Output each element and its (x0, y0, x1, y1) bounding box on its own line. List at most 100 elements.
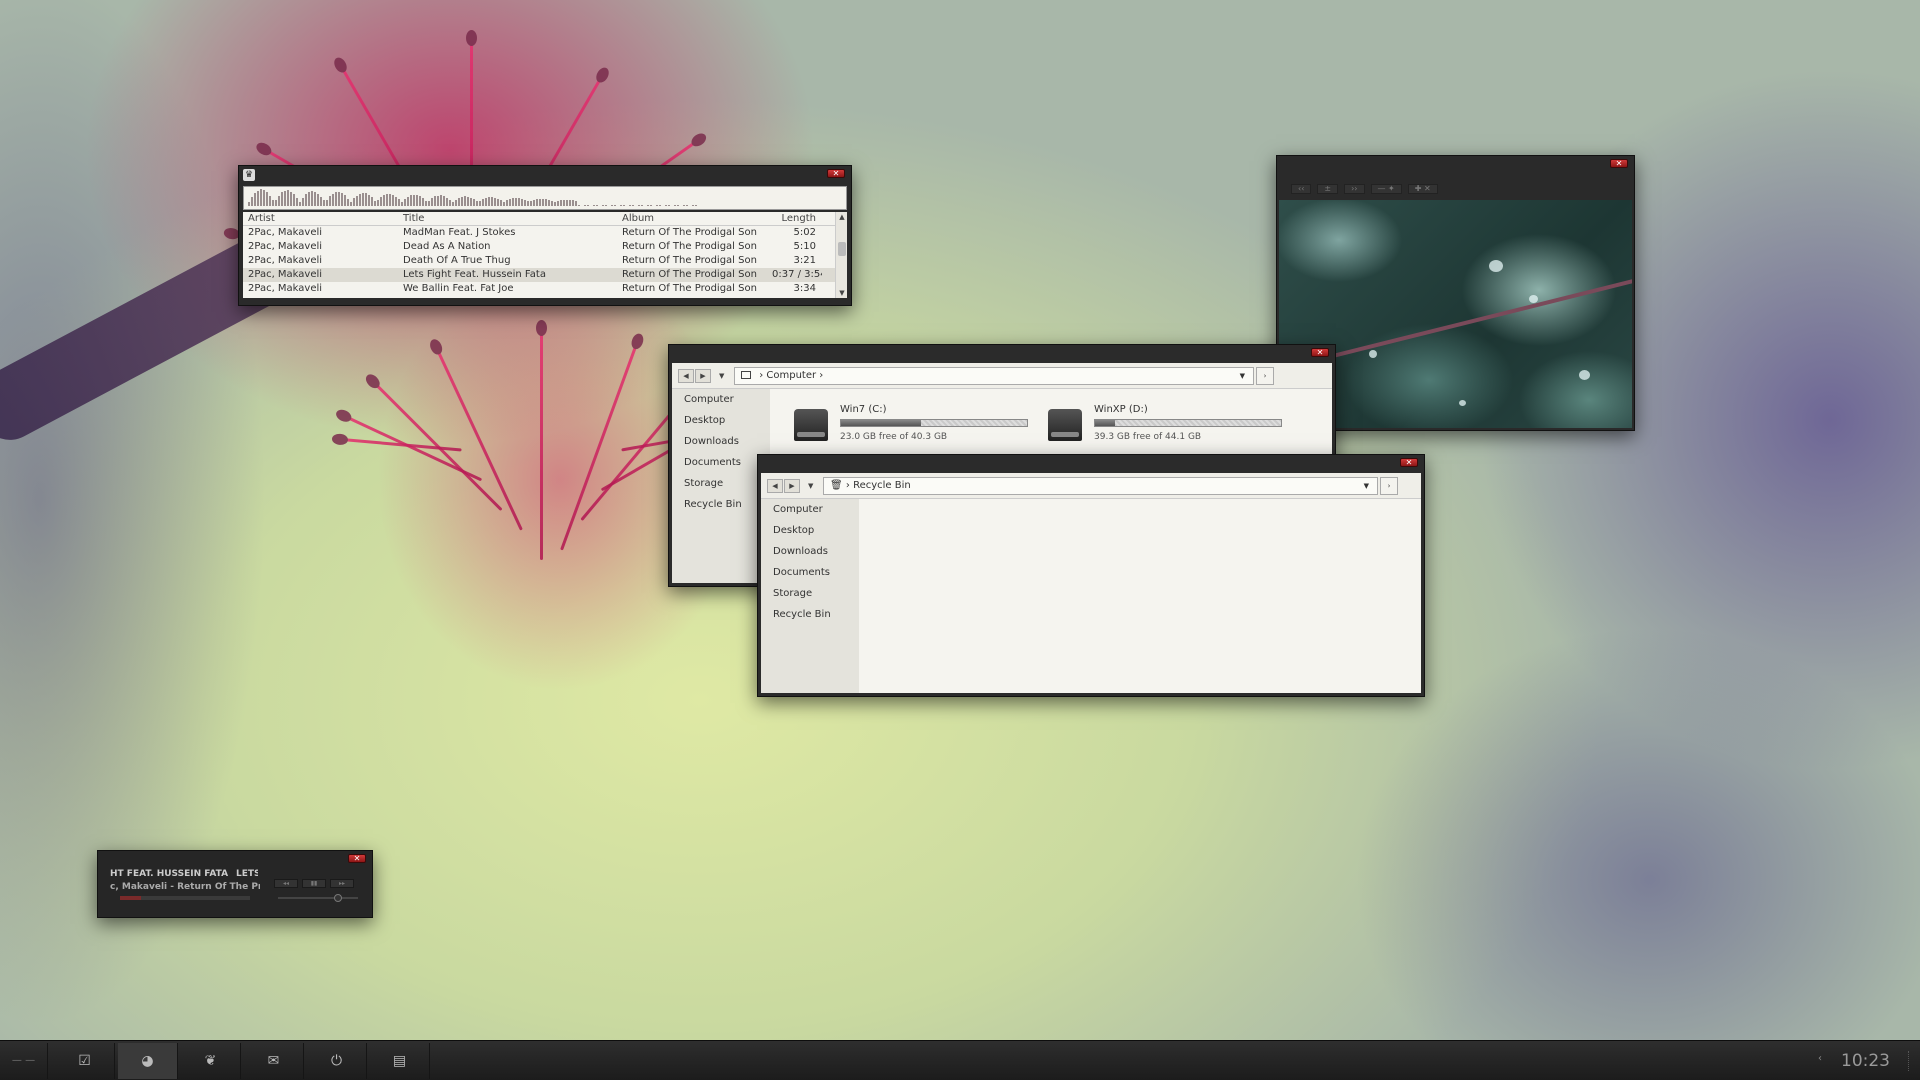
drive-usage-fill (841, 420, 921, 426)
forward-icon[interactable]: ▶ (784, 479, 800, 493)
mini-player-widget[interactable]: ✕ HT FEAT. HUSSEIN FATA LETS F c, Makave… (97, 850, 373, 918)
water-drop (1579, 370, 1590, 380)
sidebar-item-computer[interactable]: Computer (672, 389, 770, 410)
close-button[interactable]: ✕ (348, 854, 366, 863)
previous-icon[interactable]: ◂◂ (274, 879, 298, 888)
file-pane-empty[interactable] (859, 499, 1421, 693)
player-titlebar[interactable]: ♛ ✕ (239, 166, 851, 184)
address-bar[interactable]: 🗑 › Recycle Bin ▼ (823, 477, 1378, 495)
previous-icon[interactable]: ‹‹ (1291, 184, 1312, 194)
track-album: Return Of The Prodigal Son (622, 227, 757, 238)
start-button[interactable]: — — (0, 1043, 48, 1079)
forward-icon[interactable]: ▶ (695, 369, 711, 383)
delete-icon[interactable]: ✚ ✕ (1407, 184, 1438, 194)
playlist[interactable]: Artist Title Album Length 2Pac, Makaveli… (243, 212, 847, 298)
column-artist[interactable]: Artist (243, 212, 398, 225)
visualizer-bar (611, 205, 613, 206)
history-dropdown-icon[interactable]: ▼ (808, 482, 813, 490)
clock[interactable]: 10:23 (1841, 1051, 1890, 1071)
visualizer-bar (398, 199, 400, 206)
go-icon[interactable]: › (1380, 477, 1398, 495)
zoom-icon[interactable]: ± (1317, 184, 1339, 194)
playlist-row[interactable]: 2Pac, Makaveli We Ballin Feat. Fat Joe R… (243, 282, 847, 296)
playlist-row[interactable]: 2Pac, Makaveli Death Of A True Thug Retu… (243, 254, 847, 268)
address-dropdown-icon[interactable]: ▼ (1240, 368, 1245, 384)
sidebar-item-desktop[interactable]: Desktop (761, 520, 859, 541)
document-icon[interactable]: ▤ (370, 1043, 430, 1079)
next-icon[interactable]: ›› (1344, 184, 1365, 194)
close-button[interactable]: ✕ (1610, 159, 1628, 168)
sidebar-item-storage[interactable]: Storage (672, 473, 770, 494)
now-playing-title-scroll: LETS F (236, 869, 258, 879)
visualizer-bar (449, 200, 451, 206)
scroll-down-icon[interactable]: ▼ (836, 289, 848, 297)
spectrum-visualizer (243, 186, 847, 210)
next-icon[interactable]: ▸▸ (330, 879, 354, 888)
visualizer-bar (443, 196, 445, 206)
playlist-row[interactable]: 2Pac, Makaveli Dead As A Nation Return O… (243, 240, 847, 254)
flower-stamen (344, 415, 483, 482)
scroll-thumb[interactable] (838, 242, 846, 256)
sidebar-item-storage[interactable]: Storage (761, 583, 859, 604)
column-album[interactable]: Album (617, 212, 767, 225)
sidebar-item-documents[interactable]: Documents (761, 562, 859, 583)
sidebar-item-desktop[interactable]: Desktop (672, 410, 770, 431)
track-length: 3:34 (793, 283, 816, 294)
visualizer-bar (692, 205, 694, 206)
address-bar[interactable]: › Computer › ▼ (734, 367, 1254, 385)
column-title[interactable]: Title (398, 212, 617, 225)
close-button[interactable]: ✕ (827, 169, 845, 178)
visualizer-bar (251, 197, 253, 206)
visualizer-bar (401, 202, 403, 206)
playlist-row-playing[interactable]: 2Pac, Makaveli Lets Fight Feat. Hussein … (243, 268, 847, 282)
visualizer-bar (593, 205, 595, 206)
scroll-up-icon[interactable]: ▲ (836, 213, 848, 221)
visualizer-bar (341, 193, 343, 206)
drive-d[interactable]: WinXP (D:) 39.3 GB free of 44.1 GB (1048, 403, 1288, 447)
close-button[interactable]: ✕ (1400, 458, 1418, 467)
back-icon[interactable]: ◀ (767, 479, 783, 493)
visualizer-bar (494, 198, 496, 206)
playlist-scrollbar[interactable]: ▲ ▼ (835, 212, 847, 298)
volume-knob[interactable] (334, 894, 342, 902)
mail-icon[interactable]: ✉ (244, 1043, 304, 1079)
visualizer-bar (275, 200, 277, 206)
visualizer-bar (329, 196, 331, 206)
sidebar-item-recycle-bin[interactable]: Recycle Bin (672, 494, 770, 515)
visualizer-bar (455, 200, 457, 206)
sidebar-item-downloads[interactable]: Downloads (761, 541, 859, 562)
visualizer-bar (536, 199, 538, 206)
address-dropdown-icon[interactable]: ▼ (1364, 478, 1369, 494)
breadcrumb-separator: › (759, 370, 764, 381)
rotate-icon[interactable]: — ✦ (1370, 184, 1402, 194)
explorer-recycle-bin-window[interactable]: ✕ ◀ ▶ ▼ 🗑 › Recycle Bin ▼ › Computer Des… (757, 454, 1425, 697)
close-button[interactable]: ✕ (1311, 348, 1329, 357)
globe-icon[interactable]: ◕ (118, 1043, 178, 1079)
column-length[interactable]: Length (767, 212, 822, 225)
chat-icon[interactable]: ❦ (181, 1043, 241, 1079)
photo-stem (1303, 278, 1632, 366)
drive-c[interactable]: Win7 (C:) 23.0 GB free of 40.3 GB (794, 403, 1034, 447)
sidebar-item-documents[interactable]: Documents (672, 452, 770, 473)
volume-slider[interactable] (278, 897, 358, 899)
sidebar-item-downloads[interactable]: Downloads (672, 431, 770, 452)
playlist-row[interactable]: 2Pac, Makaveli MadMan Feat. J Stokes Ret… (243, 226, 847, 240)
history-dropdown-icon[interactable]: ▼ (719, 372, 724, 380)
sidebar-item-recycle-bin[interactable]: Recycle Bin (761, 604, 859, 625)
back-icon[interactable]: ◀ (678, 369, 694, 383)
sidebar-item-computer[interactable]: Computer (761, 499, 859, 520)
visualizer-bar (287, 190, 289, 206)
now-playing-artist-album: c, Makaveli - Return Of The Prodig (110, 882, 260, 892)
visualizer-bar (566, 200, 568, 206)
music-player-window[interactable]: ♛ ✕ Artist Title Album Length 2Pac, Maka… (238, 165, 852, 306)
go-icon[interactable]: › (1256, 367, 1274, 385)
visualizer-bar (314, 192, 316, 206)
play-pause-icon[interactable]: ▮▮ (302, 879, 326, 888)
visualizer-bar (419, 196, 421, 206)
check-icon[interactable]: ☑ (55, 1043, 115, 1079)
sidebar: Computer Desktop Downloads Documents Sto… (761, 499, 859, 693)
power-icon[interactable]: ⏻ (307, 1043, 367, 1079)
tray-expand-icon[interactable]: ‹ (1818, 1053, 1822, 1064)
seek-bar[interactable] (120, 896, 250, 900)
show-desktop-button[interactable] (1908, 1051, 1912, 1071)
